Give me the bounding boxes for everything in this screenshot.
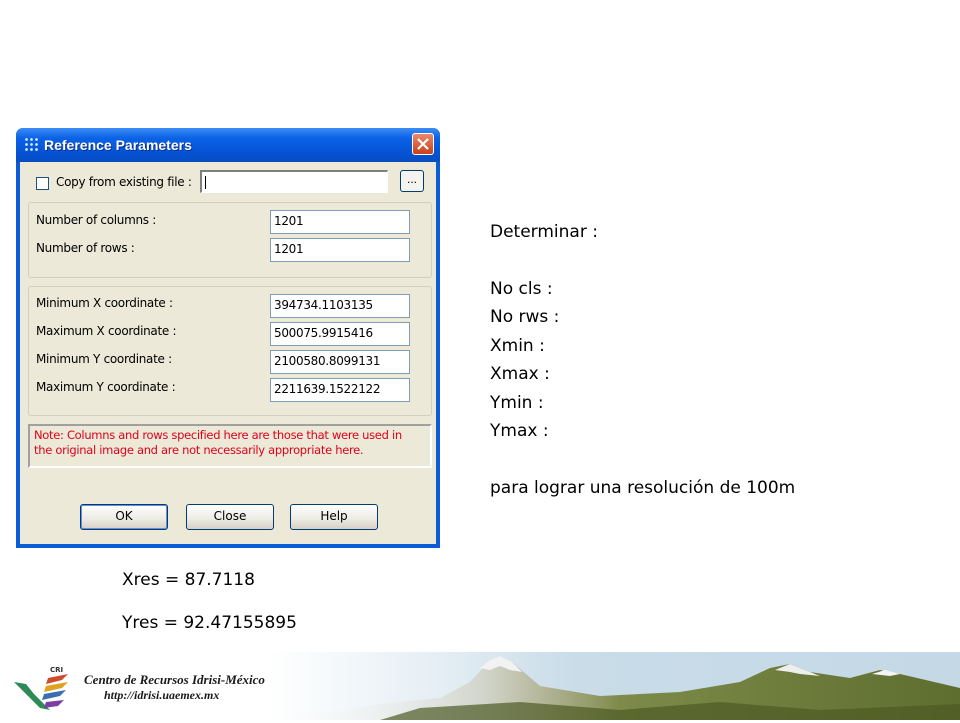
min-y-input[interactable]: 2100580.8099131	[270, 350, 410, 374]
note-text: Note: Columns and rows specified here ar…	[34, 428, 402, 458]
cri-logo: CRI	[10, 658, 74, 718]
footer-title: Centro de Recursos Idrisi-México	[84, 672, 265, 687]
ok-button[interactable]: OK	[80, 504, 168, 530]
copy-from-file-checkbox[interactable]	[36, 177, 49, 190]
min-y-label: Minimum Y coordinate :	[36, 352, 172, 366]
copy-from-file-label: Copy from existing file :	[56, 175, 192, 189]
footer-banner: CRI Centro de Recursos Idrisi-México htt…	[0, 652, 960, 720]
copy-file-input[interactable]	[200, 170, 388, 193]
browse-button[interactable]: ...	[400, 170, 424, 192]
close-icon[interactable]	[412, 133, 434, 155]
note-box: Note: Columns and rows specified here ar…	[28, 424, 432, 468]
item-cols: No cls :	[490, 278, 553, 299]
note-line-1: Note: Columns and rows specified here ar…	[34, 428, 402, 442]
columns-input[interactable]: 1201	[270, 210, 410, 234]
max-y-input[interactable]: 2211639.1522122	[270, 378, 410, 402]
min-x-input[interactable]: 394734.1103135	[270, 294, 410, 318]
close-button[interactable]: Close	[186, 504, 274, 530]
min-x-label: Minimum X coordinate :	[36, 296, 173, 310]
columns-label: Number of columns :	[36, 213, 156, 227]
item-ymax: Ymax :	[490, 421, 549, 441]
item-xmin: Xmin :	[490, 335, 545, 356]
rows-label: Number of rows :	[36, 241, 135, 255]
yres-text: Yres = 92.47155895	[122, 613, 297, 633]
instructions-heading: Determinar :	[490, 222, 598, 242]
instructions-block: Determinar : No cls : No rws : Xmin : Xm…	[490, 218, 795, 502]
item-ymin: Ymin :	[490, 392, 544, 413]
rows-input[interactable]: 1201	[270, 238, 410, 262]
dialog-body: Copy from existing file : ... Number of …	[20, 162, 436, 544]
dialog-title: Reference Parameters	[44, 137, 192, 153]
max-y-label: Maximum Y coordinate :	[36, 380, 176, 394]
dialog-titlebar[interactable]: Reference Parameters	[16, 128, 440, 162]
app-icon	[24, 137, 39, 152]
svg-text:CRI: CRI	[50, 666, 63, 674]
resolution-goal: para lograr una resolución de 100m	[490, 477, 796, 498]
note-line-2: the original image and are not necessari…	[34, 443, 364, 457]
help-button[interactable]: Help	[290, 504, 378, 530]
max-x-label: Maximum X coordinate :	[36, 324, 177, 338]
xres-text: Xres = 87.7118	[122, 570, 255, 590]
footer-url[interactable]: http://idrisi.uaemex.mx	[104, 688, 219, 703]
item-xmax: Xmax :	[490, 364, 550, 384]
max-x-input[interactable]: 500075.9915416	[270, 322, 410, 346]
reference-parameters-dialog: Reference Parameters Copy from existing …	[16, 128, 440, 548]
item-rows: No rws :	[490, 307, 560, 327]
